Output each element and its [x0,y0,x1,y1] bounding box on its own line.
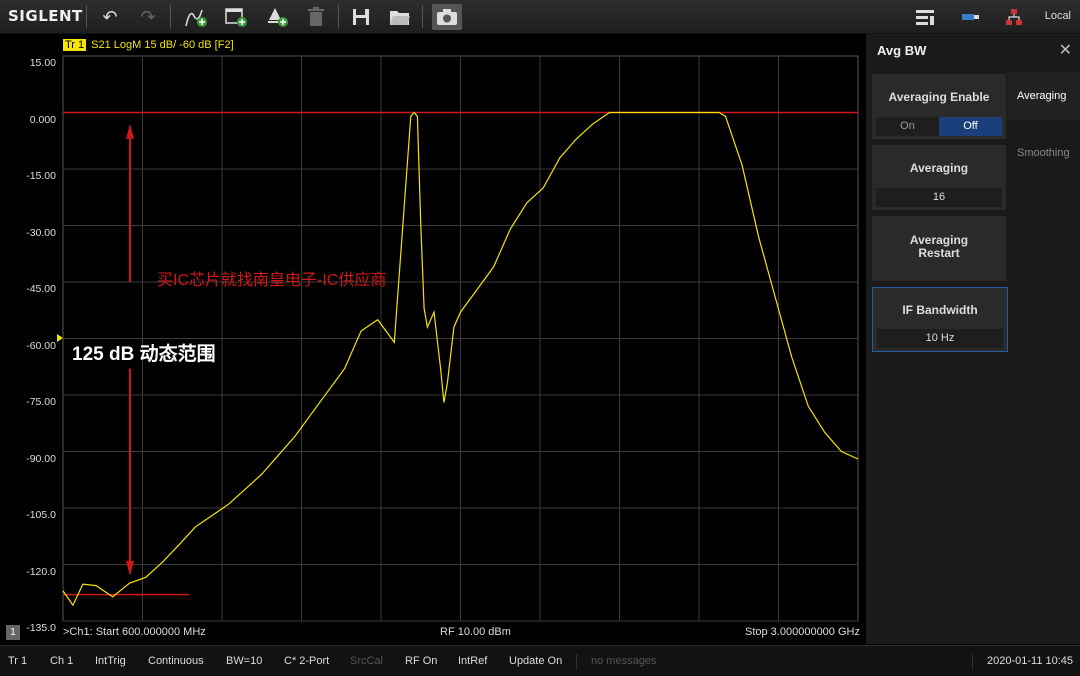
toolbar-divider [338,5,339,28]
if-bandwidth-softkey[interactable]: IF Bandwidth 10 Hz [872,287,1008,352]
channel-badge[interactable]: 1 [6,625,20,640]
averaging-on-option[interactable]: On [876,117,939,136]
status-trace[interactable]: Tr 1 [8,655,27,667]
tab-smoothing[interactable]: Smoothing [1007,129,1080,177]
add-window-icon[interactable] [221,4,251,30]
averaging-label: Averaging [909,161,969,175]
if-bandwidth-value[interactable]: 10 Hz [877,329,1003,348]
usb-icon [956,4,986,30]
dynamic-range-annotation: 125 dB 动态范围 [72,344,216,365]
averaging-enable-softkey[interactable]: Averaging Enable On Off [872,74,1006,139]
status-update[interactable]: Update On [509,655,562,667]
add-trace-icon[interactable] [181,4,211,30]
status-calibration[interactable]: C* 2-Port [284,655,329,667]
siglent-logo: SIGLENT [8,7,83,25]
trace-format: S21 LogM 15 dB/ -60 dB [F2] [91,39,234,51]
delete-icon[interactable] [301,4,331,30]
toolbar-divider [86,5,87,28]
status-trigger-source[interactable]: IntTrig [95,655,126,667]
y-tick-label: -45.00 [26,283,56,295]
averaging-restart-button[interactable]: Averaging Restart [872,216,1006,281]
connection-status: Local [1044,10,1071,22]
if-bandwidth-label: IF Bandwidth [902,303,978,317]
watermark-text: 买IC芯片就找南皇电子-IC供应商 [157,272,387,289]
status-trigger-mode[interactable]: Continuous [148,655,204,667]
trace-label[interactable]: Tr 1 S21 LogM 15 dB/ -60 dB [F2] [63,39,234,51]
status-datetime: 2020-01-11 10:45 [987,655,1074,667]
averaging-off-option[interactable]: Off [939,117,1002,136]
status-reference[interactable]: IntRef [458,655,487,667]
panel-title: Avg BW [877,43,927,58]
menu-layout-icon[interactable] [910,4,940,30]
y-tick-label: 0.000 [29,113,56,126]
y-tick-label: -90.00 [26,452,56,465]
trace-badge[interactable]: Tr 1 [63,39,87,51]
reference-level-marker[interactable] [57,334,63,342]
averaging-enable-label: Averaging Enable [888,90,990,104]
status-messages: no messages [591,655,657,667]
status-divider [972,654,973,670]
toolbar-divider [422,5,423,28]
toolbar: SIGLENT ↶ ↷ Local [0,0,1080,34]
network-icon [999,4,1029,30]
undo-icon[interactable]: ↶ [95,4,125,30]
add-marker-icon[interactable] [262,4,292,30]
start-frequency[interactable]: >Ch1: Start 600.000000 MHz [63,626,206,638]
y-tick-label: -120.0 [26,565,56,578]
tab-averaging[interactable]: Averaging [1007,72,1080,120]
close-icon[interactable]: ✕ [1059,40,1072,60]
status-source-cal[interactable]: SrcCal [350,655,383,667]
y-tick-label: 15.00 [29,57,56,69]
screenshot-icon[interactable] [432,4,462,30]
status-divider [576,654,577,670]
stop-frequency[interactable]: Stop 3.000000000 GHz [745,626,860,638]
toolbar-divider [170,5,171,28]
open-folder-icon[interactable] [385,4,415,30]
status-rf[interactable]: RF On [405,655,437,667]
y-tick-label: -30.00 [26,226,56,239]
rf-power[interactable]: RF 10.00 dBm [440,626,511,638]
averaging-softkey[interactable]: Averaging 16 [872,145,1006,210]
y-tick-label: -105.0 [26,509,56,521]
status-channel[interactable]: Ch 1 [50,655,73,667]
status-bar: Tr 1 Ch 1 IntTrig Continuous BW=10 C* 2-… [0,645,1080,676]
averaging-count[interactable]: 16 [876,188,1002,207]
y-tick-label: -60.00 [26,339,56,352]
y-tick-label: -15.00 [26,170,56,182]
avg-bw-panel: Avg BW ✕ Averaging Smoothing Averaging E… [866,34,1080,644]
redo-icon[interactable]: ↷ [133,4,163,30]
y-tick-label: -75.00 [26,396,56,408]
averaging-restart-label: Averaging Restart [909,233,969,260]
averaging-enable-toggle[interactable]: On Off [876,117,1002,136]
save-icon[interactable] [346,4,376,30]
status-bandwidth[interactable]: BW=10 [226,655,262,667]
